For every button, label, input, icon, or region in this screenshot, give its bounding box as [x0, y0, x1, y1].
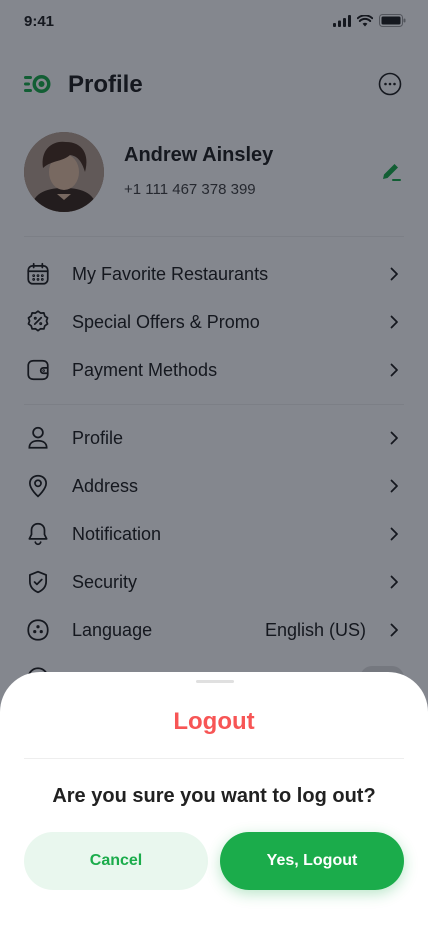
- sheet-divider: [24, 758, 404, 759]
- profile-screen: 9:41: [0, 0, 428, 926]
- logout-bottom-sheet: Logout Are you sure you want to log out?…: [0, 672, 428, 926]
- sheet-title: Logout: [173, 708, 255, 735]
- confirm-logout-button[interactable]: Yes, Logout: [220, 832, 404, 890]
- cancel-button[interactable]: Cancel: [24, 832, 208, 890]
- sheet-drag-handle[interactable]: [196, 680, 234, 683]
- sheet-message: Are you sure you want to log out?: [52, 785, 376, 807]
